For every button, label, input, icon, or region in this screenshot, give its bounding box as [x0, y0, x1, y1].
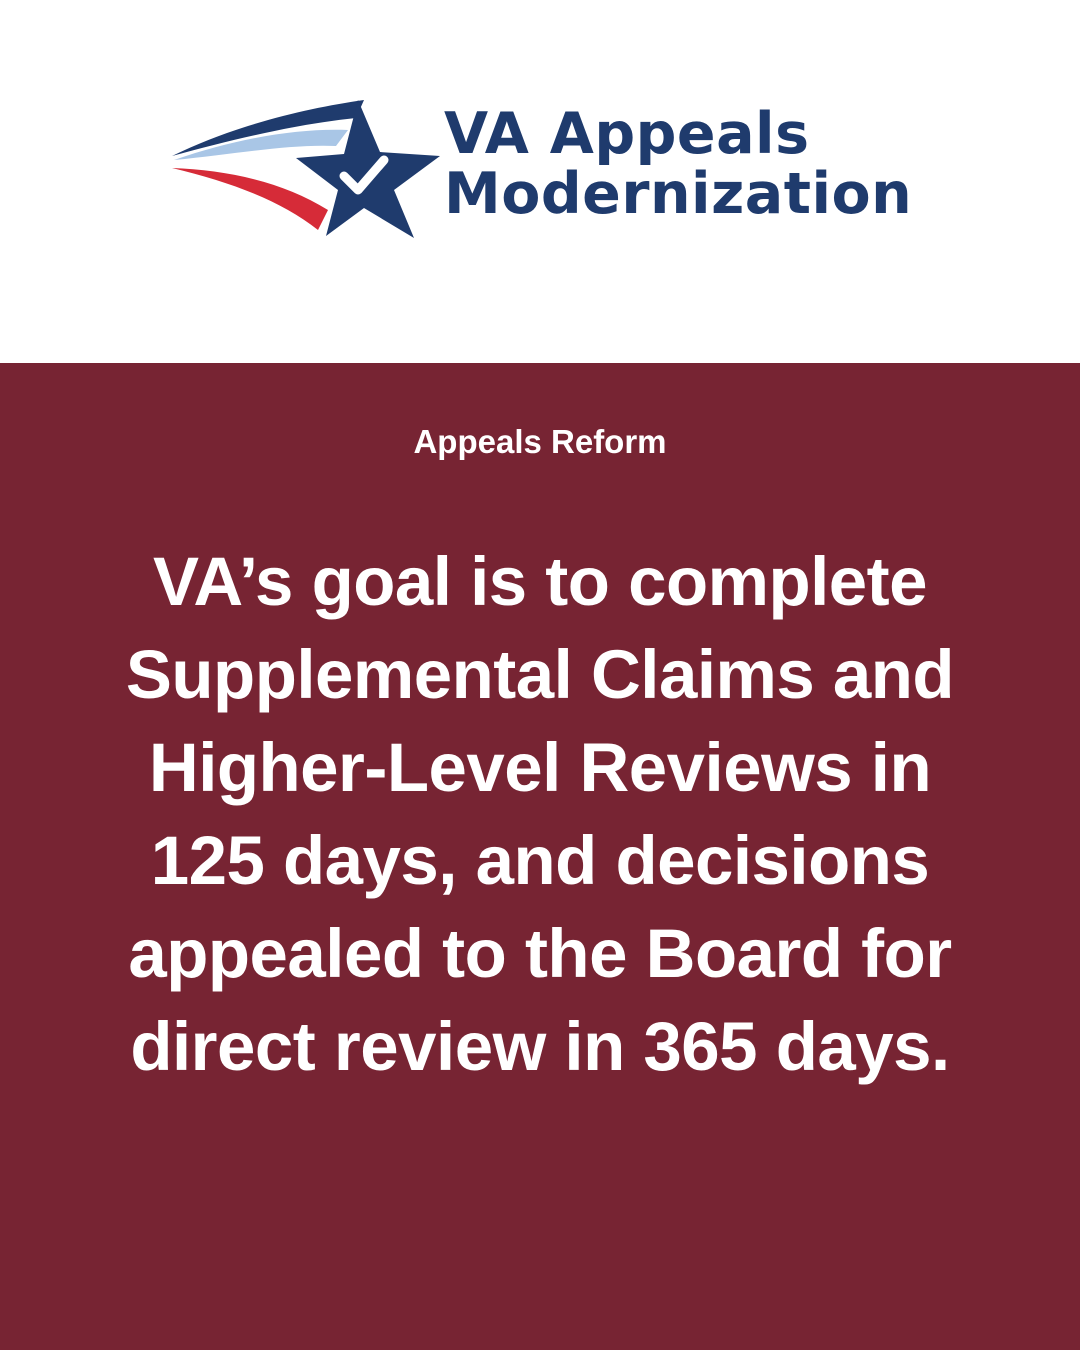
- star-check-swoosh-icon: [172, 100, 440, 238]
- header: VA Appeals Modernization: [0, 0, 1080, 363]
- section-label: Appeals Reform: [413, 423, 667, 460]
- logo-line-1: VA Appeals: [444, 101, 810, 167]
- headline: VA’s goal is to complete Supplemental Cl…: [125, 543, 955, 1085]
- logo-wordmark: VA Appeals Modernization: [444, 104, 912, 224]
- logo-line-2: Modernization: [444, 161, 913, 227]
- message-panel: Appeals Reform VA’s goal is to complete …: [0, 363, 1080, 1350]
- va-appeals-modernization-logo: VA Appeals Modernization: [168, 96, 912, 242]
